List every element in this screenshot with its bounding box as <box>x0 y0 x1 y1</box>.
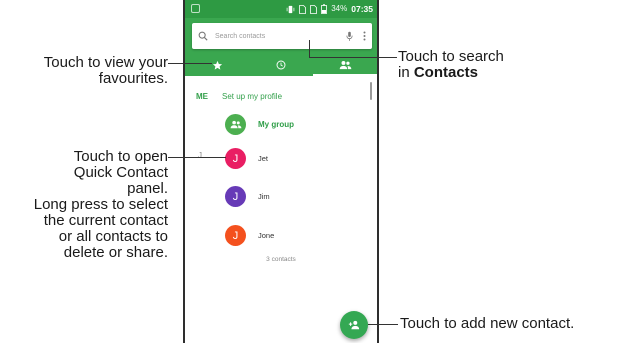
sim2-icon <box>310 4 318 14</box>
tab-recents[interactable] <box>249 54 313 76</box>
contact-row-jone[interactable]: J Jone <box>225 225 274 246</box>
search-bar[interactable]: Search contacts <box>192 23 372 49</box>
callout-text: or all contacts to <box>58 228 168 245</box>
callout-line-search-vertical <box>309 40 310 57</box>
phone-screen: 34% 07:35 Search contacts ME Set up my p… <box>183 0 379 343</box>
callout-favourites: Touch to view your favourites. <box>10 55 168 87</box>
group-icon <box>230 120 241 129</box>
contact-row-jim[interactable]: J Jim <box>225 186 270 207</box>
contact-avatar[interactable]: J <box>225 225 246 246</box>
me-label: ME <box>196 92 208 101</box>
search-icon <box>198 31 208 41</box>
contacts-list: ME Set up my profile My group J J Jet J … <box>185 76 377 343</box>
callout-text-bold: Contacts <box>413 64 479 81</box>
notification-icon <box>191 4 200 13</box>
add-contact-button[interactable] <box>340 311 368 339</box>
my-group-label: My group <box>258 120 294 129</box>
search-input[interactable]: Search contacts <box>215 33 346 40</box>
callout-line-favourites <box>168 63 212 64</box>
callout-text-prefix: in <box>398 64 414 81</box>
vibrate-icon <box>286 5 295 13</box>
callout-quick-contact: Touch to open Quick Contact panel. Long … <box>0 149 168 261</box>
section-letter-j: J <box>198 151 202 160</box>
callout-text: Touch to view your <box>43 54 168 71</box>
contact-name: Jim <box>258 192 270 201</box>
callout-text: panel. <box>127 180 168 197</box>
contact-avatar[interactable]: J <box>225 186 246 207</box>
callout-text: favourites. <box>98 70 168 87</box>
callout-text: Quick Contact <box>73 164 168 181</box>
group-avatar <box>225 114 246 135</box>
callout-line-quick-contact <box>168 157 226 158</box>
callout-add-contact: Touch to add new contact. <box>400 315 575 332</box>
me-profile-row[interactable]: ME Set up my profile <box>196 92 282 101</box>
people-icon <box>339 61 351 70</box>
setup-profile-label: Set up my profile <box>222 92 283 101</box>
callout-text: Long press to select <box>33 196 168 213</box>
add-person-icon <box>348 320 360 330</box>
battery-percent: 34% <box>331 4 348 13</box>
contact-row-jet[interactable]: J Jet <box>225 148 268 169</box>
callout-text: delete or share. <box>63 244 168 261</box>
more-vert-icon[interactable] <box>363 31 366 41</box>
callout-line-search <box>309 57 397 58</box>
contacts-count: 3 contacts <box>266 256 296 263</box>
app-header: Search contacts <box>185 18 377 76</box>
sim1-icon <box>299 4 307 14</box>
my-group-row[interactable]: My group <box>225 114 294 135</box>
clock-time: 07:35 <box>351 4 373 14</box>
status-bar: 34% 07:35 <box>185 0 377 18</box>
callout-text: in Contacts <box>398 65 504 81</box>
mic-icon[interactable] <box>346 31 353 42</box>
tab-favourites[interactable] <box>185 54 249 76</box>
callout-line-add <box>368 324 398 325</box>
contact-name: Jet <box>258 154 269 163</box>
callout-text: the current contact <box>43 212 168 229</box>
callout-text: Touch to open <box>73 148 168 165</box>
callout-text: Touch to search <box>398 48 504 65</box>
contact-name: Jone <box>258 231 275 240</box>
star-icon <box>212 60 222 70</box>
clock-icon <box>276 60 286 70</box>
battery-icon <box>321 4 328 14</box>
callout-search: Touch to search in Contacts <box>398 49 504 81</box>
contact-avatar[interactable]: J <box>225 148 246 169</box>
scrollbar[interactable] <box>370 82 372 100</box>
